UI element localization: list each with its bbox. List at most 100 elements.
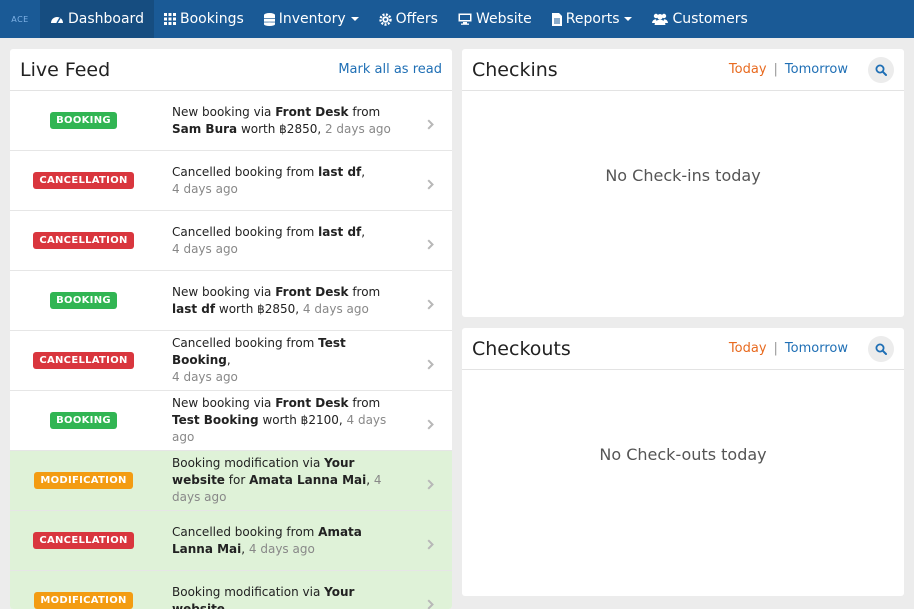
monitor-icon [458, 13, 472, 25]
feed-message-text: worth ฿2100, [259, 413, 347, 427]
feed-message-text: New booking via [172, 396, 275, 410]
booking-badge: BOOKING [50, 292, 117, 309]
checkouts-today-link[interactable]: Today [729, 341, 767, 356]
checkins-tomorrow-link[interactable]: Tomorrow [785, 62, 848, 77]
live-feed-panel: Live Feed Mark all as read BOOKING New bo… [10, 49, 452, 609]
checkouts-search-button[interactable] [868, 336, 894, 362]
feed-message-emphasis: last df [318, 165, 361, 179]
cancellation-badge: CANCELLATION [33, 232, 133, 249]
users-icon [652, 13, 668, 25]
feed-timestamp: 4 days ago [172, 182, 238, 196]
feed-message: Cancelled booking from last df,4 days ag… [172, 224, 402, 258]
nav-item-label: Offers [396, 11, 438, 27]
feed-row[interactable]: BOOKING New booking via Front Desk from T… [10, 391, 452, 451]
brand-logo[interactable]: ACE [0, 0, 40, 38]
file-icon [552, 13, 562, 26]
booking-badge: BOOKING [50, 412, 117, 429]
feed-row[interactable]: CANCELLATION Cancelled booking from last … [10, 211, 452, 271]
feed-badge-cell: CANCELLATION [10, 172, 157, 189]
dashboard-icon [50, 13, 64, 25]
feed-message-text: Cancelled booking from [172, 525, 318, 539]
feed-timestamp: 4 days ago [249, 542, 315, 556]
nav-menu: Dashboard Bookings Inventory Offers Website R… [40, 0, 758, 38]
caret-down-icon [624, 17, 632, 21]
chevron-right-icon [427, 295, 434, 314]
cancellation-badge: CANCELLATION [33, 532, 133, 549]
feed-message-text: from [349, 285, 381, 299]
nav-item-offers[interactable]: Offers [369, 0, 448, 38]
database-icon [264, 13, 275, 26]
feed-row[interactable]: BOOKING New booking via Front Desk from S… [10, 91, 452, 151]
feed-message-text: New booking via [172, 105, 275, 119]
feed-row[interactable]: CANCELLATION Cancelled booking from Test … [10, 331, 452, 391]
chevron-right-icon [427, 475, 434, 494]
feed-message-emphasis: Test Booking [172, 413, 259, 427]
feed-message-text: from [349, 396, 381, 410]
feed-message: Cancelled booking from Test Booking,4 da… [172, 335, 402, 386]
nav-item-label: Reports [566, 11, 620, 27]
chevron-right-icon [427, 595, 434, 609]
grid-icon [164, 13, 176, 25]
feed-message-emphasis: Front Desk [275, 105, 348, 119]
feed-badge-cell: CANCELLATION [10, 352, 157, 369]
chevron-right-icon [427, 235, 434, 254]
feed-message-emphasis: Sam Bura [172, 122, 237, 136]
modification-badge: MODIFICATION [34, 472, 132, 489]
feed-message-text: for [225, 473, 249, 487]
nav-item-label: Inventory [279, 11, 346, 27]
cancellation-badge: CANCELLATION [33, 352, 133, 369]
feed-row[interactable]: MODIFICATION Booking modification via You… [10, 451, 452, 511]
feed-message-text: Booking modification via [172, 585, 324, 599]
feed-timestamp: 2 days ago [325, 122, 391, 136]
feed-badge-cell: BOOKING [10, 112, 157, 129]
feed-row[interactable]: MODIFICATIONBooking modification via You… [10, 571, 452, 609]
checkins-search-button[interactable] [868, 57, 894, 83]
feed-message: New booking via Front Desk from last df … [172, 284, 402, 318]
nav-item-label: Bookings [180, 11, 244, 27]
chevron-right-icon [427, 355, 434, 374]
caret-down-icon [351, 17, 359, 21]
feed-badge-cell: CANCELLATION [10, 232, 157, 249]
mark-all-read-link[interactable]: Mark all as read [338, 62, 442, 77]
chevron-right-icon [427, 115, 434, 134]
chevron-right-icon [427, 415, 434, 434]
checkouts-separator: | [774, 341, 778, 356]
feed-message: New booking via Front Desk from Test Boo… [172, 395, 402, 446]
feed-message-text: New booking via [172, 285, 275, 299]
feed-badge-cell: BOOKING [10, 292, 157, 309]
feed-message-emphasis: last df [172, 302, 215, 316]
nav-item-customers[interactable]: Customers [642, 0, 757, 38]
feed-message: Booking modification via Your website fo… [172, 455, 402, 506]
checkins-header: Checkins Today | Tomorrow [462, 49, 904, 91]
chevron-right-icon [427, 535, 434, 554]
feed-message-text: , [227, 353, 231, 367]
nav-item-reports[interactable]: Reports [542, 0, 643, 38]
feed-message-text: Cancelled booking from [172, 225, 318, 239]
feed-message: New booking via Front Desk from Sam Bura… [172, 104, 402, 138]
feed-row[interactable]: CANCELLATIONCancelled booking from Amata… [10, 511, 452, 571]
feed-message-text: worth ฿2850, [215, 302, 303, 316]
feed-badge-cell: CANCELLATION [10, 532, 157, 549]
feed-badge-cell: MODIFICATION [10, 472, 157, 489]
feed-message-text: , [241, 542, 249, 556]
feed-message-text: Cancelled booking from [172, 336, 318, 350]
checkins-panel: Checkins Today | Tomorrow No Check-ins t… [462, 49, 904, 317]
live-feed-title: Live Feed [20, 59, 338, 81]
feed-row[interactable]: CANCELLATIONCancelled booking from last … [10, 151, 452, 211]
nav-item-label: Website [476, 11, 532, 27]
nav-item-bookings[interactable]: Bookings [154, 0, 254, 38]
nav-item-inventory[interactable]: Inventory [254, 0, 369, 38]
nav-item-website[interactable]: Website [448, 0, 542, 38]
checkouts-empty-message: No Check-outs today [462, 445, 904, 464]
nav-item-dashboard[interactable]: Dashboard [40, 0, 154, 38]
feed-message-emphasis: Front Desk [275, 396, 348, 410]
checkins-today-link[interactable]: Today [729, 62, 767, 77]
checkouts-header: Checkouts Today | Tomorrow [462, 328, 904, 370]
checkouts-title: Checkouts [472, 338, 729, 360]
feed-message-emphasis: Amata Lanna Mai [249, 473, 366, 487]
feed-row[interactable]: BOOKING New booking via Front Desk from l… [10, 271, 452, 331]
feed-timestamp: 4 days ago [172, 370, 238, 384]
checkins-empty-message: No Check-ins today [462, 166, 904, 185]
checkouts-tomorrow-link[interactable]: Tomorrow [785, 341, 848, 356]
live-feed-header: Live Feed Mark all as read [10, 49, 452, 91]
